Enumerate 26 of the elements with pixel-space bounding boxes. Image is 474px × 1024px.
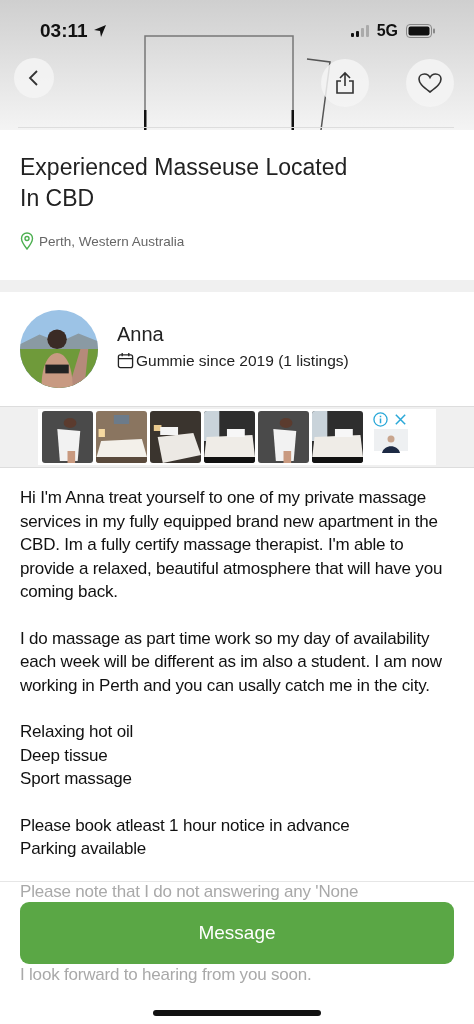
message-button[interactable]: Message [20, 902, 454, 964]
signal-icon [350, 25, 371, 37]
description-text: I look forward to hearing from you soon. [20, 965, 313, 984]
listing-title: Experienced Masseuse Located In CBD [20, 153, 349, 213]
description-text: Deep tissue [20, 744, 109, 767]
seller-name: Anna [117, 322, 165, 346]
description-text: Hi I'm Anna treat yourself to one of my private massage services in my fully equipped brand new apartment in the CBD. Im a fully certify massage therapist. I'm able to provide a relaxed, beautiful atmosphere that will have you coming back. [20, 487, 444, 603]
info-icon[interactable] [373, 411, 388, 427]
location-text: Perth, Western Australia [39, 233, 185, 249]
description-text: Please note that I do not answering any 'None [20, 882, 360, 901]
description-text: Sport massage [20, 768, 133, 790]
close-icon[interactable] [393, 411, 408, 427]
description-text: Please book atleast 1 hour notice in advance [20, 814, 351, 837]
member-since-text: Gummie since 2019 (1 listings) [136, 351, 349, 370]
ad-banner[interactable] [38, 409, 436, 465]
description-text: Relaxing hot oil [20, 721, 135, 743]
network-label: 5G [376, 22, 398, 40]
share-icon [334, 71, 356, 95]
description-text: Parking available [20, 838, 148, 860]
battery-icon [406, 24, 436, 38]
heart-icon [417, 72, 443, 94]
location-pin-icon [20, 232, 34, 250]
location-arrow-icon [92, 24, 107, 38]
status-time: 03:11 [40, 20, 88, 42]
calendar-icon [117, 352, 134, 369]
description-text: I do massage as part time work so my day of availability each week will be different as im also a student. I am now working in Perth and you can usally catch me in the city. [20, 627, 443, 697]
